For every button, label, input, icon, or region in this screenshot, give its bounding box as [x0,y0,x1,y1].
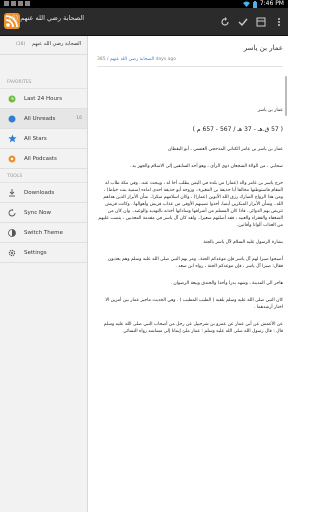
wifi-icon [242,1,250,7]
meta-count: 385 [97,57,106,62]
article-paragraph: خرج ياسر بن عامر والد (عمار) من بلده في … [98,181,283,228]
sidebar-feed-item[interactable]: (16) الصحابة رضي الله عنهم [0,36,87,55]
clock-icon [0,95,24,103]
status-bar: 7:46 PM [0,0,288,8]
mark-read-icon[interactable] [234,8,252,36]
article-pane[interactable]: عمار بن ياسر 385 / الصحابة رضي الله عنهم… [89,36,288,512]
article-paragraph: ( 57 ق.هـ - 37 هـ / 567 - 657 م ) [192,126,283,133]
meta-source[interactable]: الصحابة رضي الله عنهم [110,57,154,62]
article-paragraph: هاجر الى المدينة ، وشهد بدرا وأحدا والخن… [170,281,284,286]
article-paragraph: عمار بن ياسر بن عامر الكناني المذحجي الع… [168,147,283,152]
view-mode-icon[interactable] [252,8,270,36]
sidebar-item-label: All Stars [24,135,47,142]
sidebar-item-label: All Podcasts [24,155,57,162]
sidebar-item-all-podcasts[interactable]: All Podcasts [0,149,87,169]
sidebar-item-label: All Unreads [24,115,56,122]
sidebar-item-all-stars[interactable]: All Stars [0,129,87,149]
scrollbar[interactable] [285,76,287,116]
feed-label: الصحابة رضي الله عنهم [32,41,82,47]
tools-header: TOOLS [0,169,87,183]
theme-icon [0,228,24,237]
article-meta: 385 / الصحابة رضي الله عنهم days ago [97,57,176,62]
sidebar: (16) الصحابة رضي الله عنهم FAVORITES Las… [0,36,88,512]
podcast-icon [0,155,24,163]
overflow-menu-icon[interactable] [270,8,288,36]
sidebar-item-switch-theme[interactable]: Switch Theme [0,223,87,243]
gear-icon [0,249,24,257]
unread-icon [0,115,24,123]
refresh-icon[interactable] [216,8,234,36]
sidebar-item-label: Switch Theme [24,229,63,236]
article-paragraph: بشارة الرسول عليه السلام لآل ياسر بالجنة [203,240,283,245]
favorites-header: FAVORITES [0,55,87,89]
sidebar-item-sync-now[interactable]: Sync Now [0,203,87,223]
article-paragraph: صحابي ، من الولاة الشجعان ذوي الرأي ، وه… [129,164,284,169]
feed-count: (16) [16,42,26,47]
meta-time: days ago [155,57,176,62]
sidebar-item-all-unreads[interactable]: All Unreads 16 [0,109,87,129]
sidebar-item-label: Last 24 Hours [24,95,63,102]
article-paragraph: عن الأعمش عن أبي عمار عن عمرو بن شرحبيل … [103,322,283,334]
article-paragraph: أصبحوا صبرا لهم آل ياسر فإن موعدكم الجنة… [107,257,283,269]
app-title: الصحابة رضي الله عنهم (16) [4,14,84,22]
sidebar-item-label: Settings [24,249,47,256]
star-icon [0,134,24,143]
article-paragraph: كان النبي صلى الله عليه وسلم يلقبه ( الط… [105,298,283,310]
article-title[interactable]: عمار بن ياسر [97,44,283,52]
sidebar-item-label: Sync Now [24,209,51,216]
sync-icon [0,208,24,217]
battery-icon [252,0,257,8]
sidebar-item-settings[interactable]: Settings [0,243,87,263]
sidebar-item-downloads[interactable]: Downloads [0,183,87,203]
sidebar-item-label: Downloads [24,189,55,196]
action-bar: الصحابة رضي الله عنهم (16) [0,8,288,36]
divider [97,66,283,67]
download-icon [0,188,24,197]
sidebar-item-last-24-hours[interactable]: Last 24 Hours [0,89,87,109]
unreads-count: 16 [76,116,82,121]
status-time: 7:46 PM [259,0,284,7]
article-paragraph: عمار بن ياسر [257,108,283,113]
